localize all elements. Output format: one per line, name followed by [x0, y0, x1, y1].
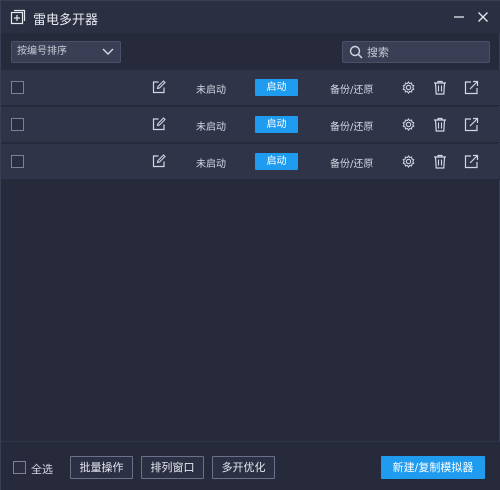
share-icon[interactable]: [464, 154, 479, 169]
arrange-windows-button[interactable]: 排列窗口: [141, 456, 204, 479]
new-copy-emulator-button[interactable]: 新建/复制模拟器: [381, 456, 485, 479]
row-checkbox[interactable]: [11, 118, 24, 131]
trash-icon[interactable]: [433, 154, 447, 169]
backup-restore-link[interactable]: 备份/还原: [330, 155, 373, 170]
minimize-icon: [454, 16, 464, 18]
edit-icon[interactable]: [152, 117, 166, 131]
window-title: 雷电多开器: [33, 13, 99, 28]
search-box[interactable]: [342, 41, 490, 63]
select-all-checkbox[interactable]: [13, 461, 26, 474]
gear-icon[interactable]: [401, 117, 416, 132]
status-text: 未启动: [196, 85, 226, 96]
close-button[interactable]: [473, 7, 493, 27]
start-button[interactable]: 启动: [255, 116, 298, 133]
sort-dropdown[interactable]: 按编号排序: [11, 41, 121, 63]
backup-restore-link[interactable]: 备份/还原: [330, 118, 373, 133]
sort-dropdown-value: 按编号排序: [17, 46, 67, 57]
multi-instance-manager-window: 雷电多开器 按编号排序 未启动 启动: [0, 0, 500, 490]
start-button[interactable]: 启动: [255, 153, 298, 170]
minimize-button[interactable]: [449, 7, 469, 27]
title-bar: 雷电多开器: [1, 1, 500, 33]
footer-bar: 全选 批量操作 排列窗口 多开优化 新建/复制模拟器: [1, 441, 500, 490]
app-plus-icon: [10, 9, 26, 25]
trash-icon[interactable]: [433, 80, 447, 95]
emulator-row: 未启动 启动 备份/还原: [1, 70, 500, 106]
backup-restore-link[interactable]: 备份/还原: [330, 81, 373, 96]
search-icon: [349, 45, 363, 59]
edit-icon[interactable]: [152, 154, 166, 168]
start-button[interactable]: 启动: [255, 79, 298, 96]
select-all-label[interactable]: 全选: [31, 461, 53, 477]
emulator-row: 未启动 启动 备份/还原: [1, 144, 500, 180]
trash-icon[interactable]: [433, 117, 447, 132]
search-input[interactable]: [367, 44, 485, 60]
status-text: 未启动: [196, 159, 226, 170]
status-text: 未启动: [196, 122, 226, 133]
emulator-row: 未启动 启动 备份/还原: [1, 107, 500, 143]
batch-operation-button[interactable]: 批量操作: [70, 456, 133, 479]
multi-instance-optimize-button[interactable]: 多开优化: [212, 456, 275, 479]
chevron-down-icon: [102, 48, 114, 55]
share-icon[interactable]: [464, 117, 479, 132]
gear-icon[interactable]: [401, 154, 416, 169]
row-checkbox[interactable]: [11, 155, 24, 168]
close-icon: [478, 12, 488, 22]
gear-icon[interactable]: [401, 80, 416, 95]
row-checkbox[interactable]: [11, 81, 24, 94]
edit-icon[interactable]: [152, 80, 166, 94]
share-icon[interactable]: [464, 80, 479, 95]
